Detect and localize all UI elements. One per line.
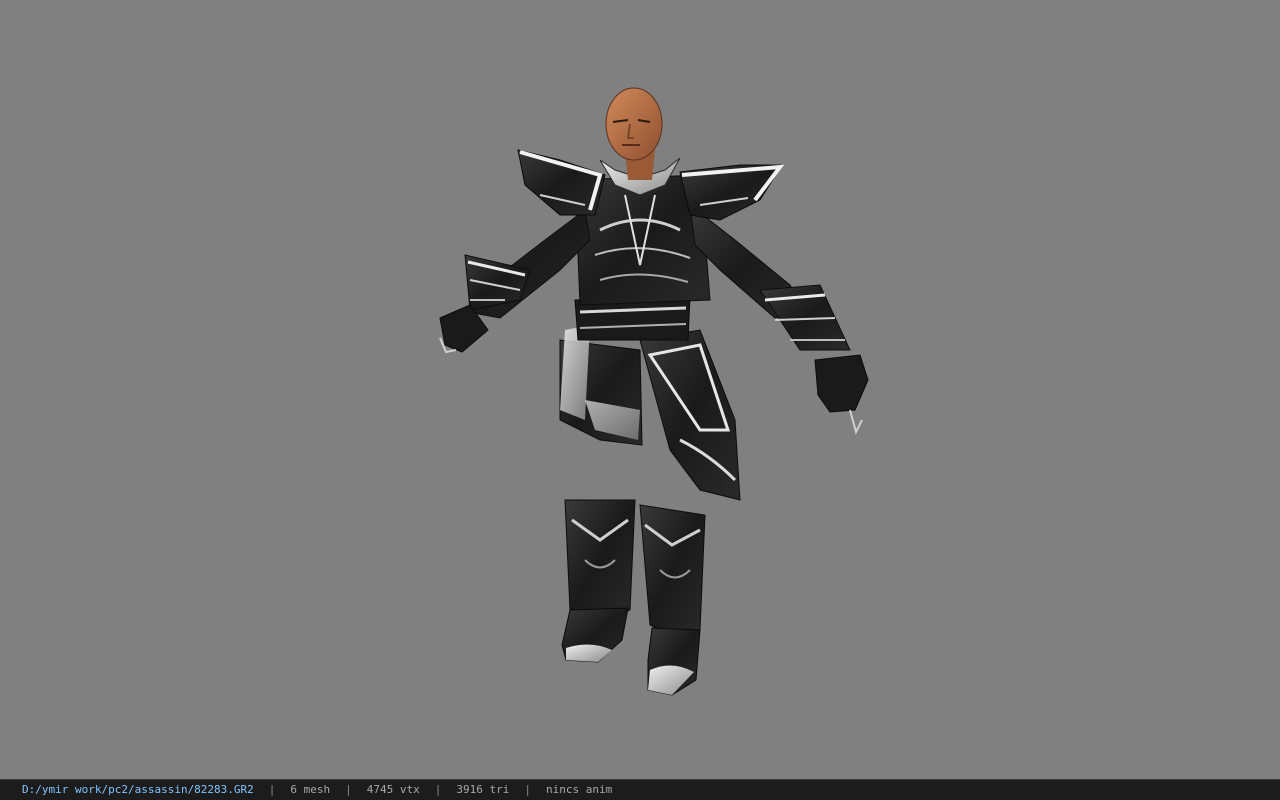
status-separator: | xyxy=(268,783,276,796)
3d-viewport[interactable] xyxy=(0,0,1280,779)
character-model-icon[interactable] xyxy=(0,0,1280,779)
triangle-count: 3916 tri xyxy=(456,783,510,796)
file-path: D:/ymir work/pc2/assassin/82283.GR2 xyxy=(22,783,254,796)
status-separator: | xyxy=(524,783,532,796)
anim-status: nincs anim xyxy=(546,783,613,796)
status-separator: | xyxy=(434,783,442,796)
status-bar: D:/ymir work/pc2/assassin/82283.GR2 | 6 me… xyxy=(0,779,1280,800)
mesh-count: 6 mesh xyxy=(290,783,331,796)
status-separator: | xyxy=(345,783,352,796)
vertex-count: 4745 vtx xyxy=(366,783,420,796)
